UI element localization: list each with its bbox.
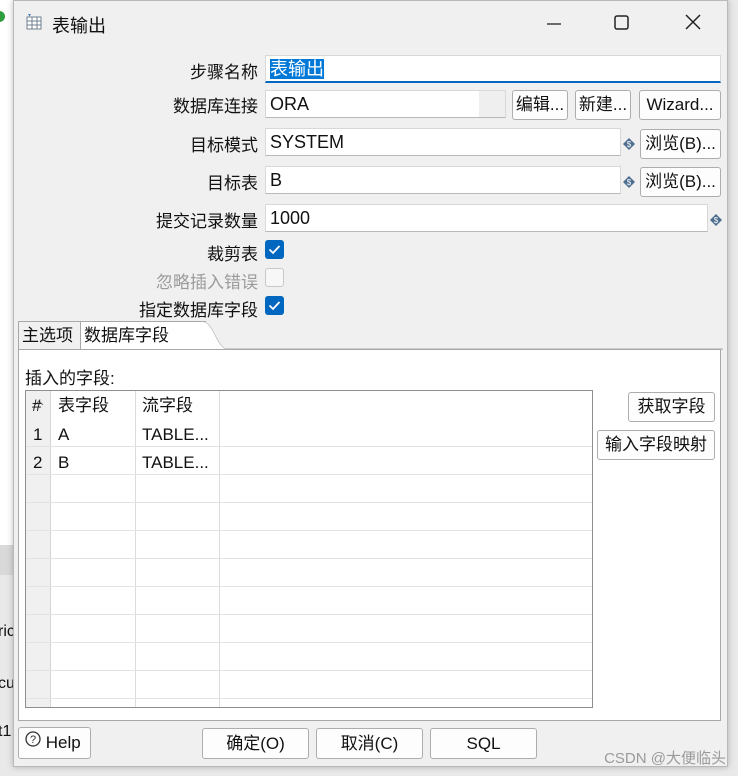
stream-field-cell[interactable]: TABLE...: [142, 449, 218, 477]
target-table-value: B: [270, 170, 283, 190]
step-name-input[interactable]: 表输出: [265, 55, 721, 83]
connection-select[interactable]: ORA: [265, 90, 506, 118]
inserted-fields-heading: 插入的字段:: [25, 369, 115, 388]
tab-curve: [203, 321, 723, 350]
background-divider: [0, 545, 13, 575]
ok-button[interactable]: 确定(O): [202, 728, 309, 759]
svg-text:$: $: [627, 140, 632, 149]
get-fields-button[interactable]: 获取字段: [628, 392, 715, 422]
sql-button[interactable]: SQL: [430, 728, 537, 759]
table-field-cell[interactable]: A: [58, 421, 134, 449]
target-schema-value: SYSTEM: [270, 132, 345, 152]
column-header-table-field[interactable]: 表字段: [58, 392, 134, 420]
column-header-stream-field[interactable]: 流字段: [142, 392, 218, 420]
row-number: 2: [33, 453, 43, 472]
table-field-cell[interactable]: B: [58, 449, 134, 477]
column-header-num[interactable]: #: [32, 392, 48, 420]
table-output-dialog: 表输出 步骤名称 表输出 数据库连接 ORA 编辑... 新建... Wizar…: [13, 0, 728, 767]
truncate-table-label: 裁剪表: [207, 245, 258, 264]
help-button[interactable]: ? Help: [18, 727, 91, 759]
db-fields-tab-panel: 插入的字段: # 表字段 流字段 1 A TABLE... 2 B TABLE.…: [18, 349, 721, 721]
input-field-mapping-button[interactable]: 输入字段映射: [597, 430, 715, 460]
target-schema-input[interactable]: SYSTEM: [265, 128, 621, 156]
help-icon: ?: [25, 728, 41, 757]
tab-folder: 插入的字段: # 表字段 流字段 1 A TABLE... 2 B TABLE.…: [18, 321, 723, 721]
target-table-input[interactable]: B: [265, 166, 621, 194]
specify-db-fields-checkbox[interactable]: [265, 296, 284, 315]
ignore-insert-errors-checkbox[interactable]: [265, 268, 284, 287]
connection-dropdown-button[interactable]: [479, 91, 505, 117]
help-label: Help: [45, 733, 81, 752]
variable-icon: $: [623, 135, 635, 150]
ignore-insert-errors-label: 忽略插入错误: [156, 273, 258, 292]
step-name-label: 步骤名称: [190, 63, 258, 82]
tab-main-options[interactable]: 主选项: [18, 321, 80, 349]
tab-db-fields-label: 数据库字段: [84, 326, 169, 345]
background-panel-top: [0, 0, 13, 545]
variable-icon: $: [710, 211, 722, 226]
target-table-label: 目标表: [207, 174, 258, 193]
connection-label: 数据库连接: [173, 97, 258, 116]
tab-db-fields[interactable]: 数据库字段: [80, 321, 206, 349]
browse-table-button[interactable]: 浏览(B)...: [640, 167, 721, 197]
tab-main-options-label: 主选项: [22, 326, 73, 345]
stream-field-cell[interactable]: TABLE...: [142, 421, 218, 449]
title-bar[interactable]: 表输出: [14, 1, 727, 45]
background-text-3: t1: [0, 723, 12, 740]
specify-db-fields-label: 指定数据库字段: [139, 301, 258, 320]
target-schema-label: 目标模式: [190, 136, 258, 155]
wizard-button[interactable]: Wizard...: [639, 90, 721, 120]
close-icon[interactable]: [678, 9, 708, 37]
fields-table[interactable]: # 表字段 流字段 1 A TABLE... 2 B TABLE...: [25, 390, 593, 708]
step-name-value: 表输出: [270, 59, 324, 79]
svg-text:?: ?: [30, 734, 36, 746]
minimize-icon[interactable]: [539, 9, 569, 37]
browse-schema-button[interactable]: 浏览(B)...: [640, 129, 721, 159]
watermark: CSDN @大便临头: [604, 750, 726, 767]
svg-text:$: $: [714, 216, 719, 225]
commit-size-label: 提交记录数量: [156, 212, 258, 231]
connection-value: ORA: [270, 94, 310, 114]
edit-connection-button[interactable]: 编辑...: [512, 90, 568, 120]
variable-icon: $: [623, 173, 635, 188]
svg-text:$: $: [627, 178, 632, 187]
maximize-icon[interactable]: [607, 9, 637, 37]
commit-size-input[interactable]: 1000: [265, 204, 708, 232]
cancel-button[interactable]: 取消(C): [316, 728, 423, 759]
window-title: 表输出: [52, 16, 106, 36]
row-number: 1: [33, 425, 43, 444]
new-connection-button[interactable]: 新建...: [575, 90, 631, 120]
commit-size-value: 1000: [270, 208, 311, 228]
table-output-icon: [26, 14, 42, 30]
truncate-table-checkbox[interactable]: [265, 240, 284, 259]
